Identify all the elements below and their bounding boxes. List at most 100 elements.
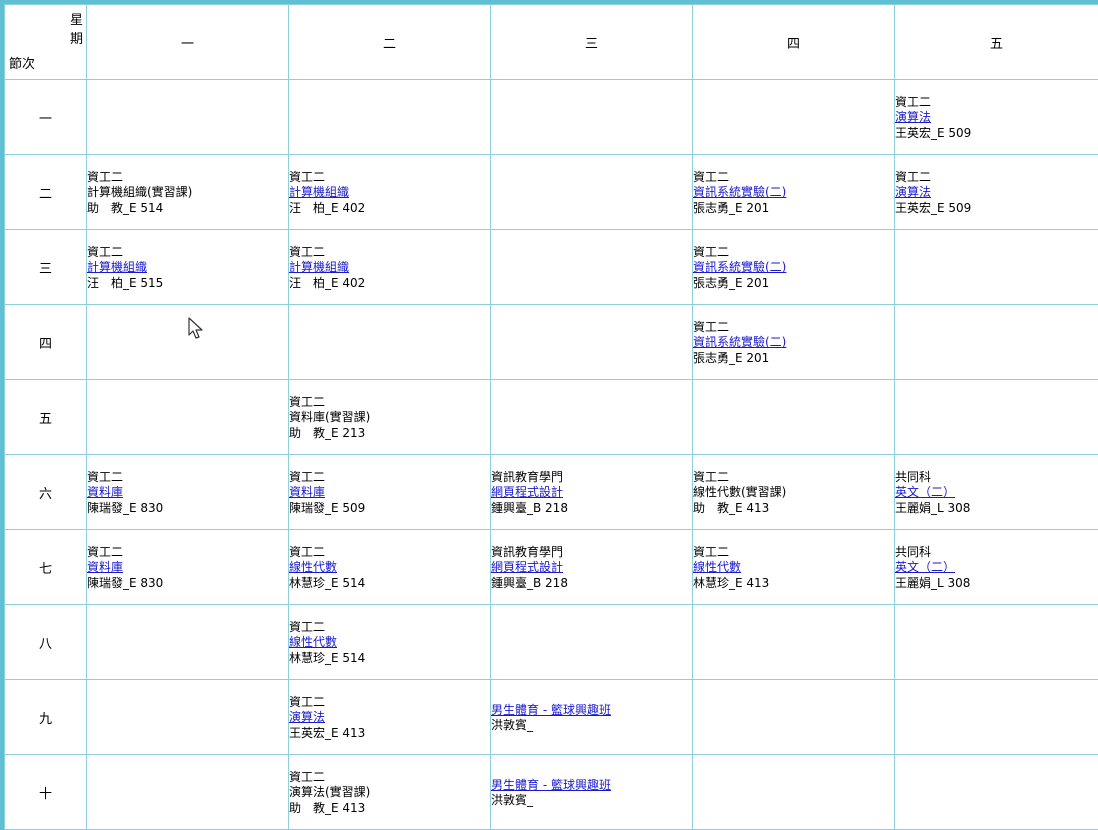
schedule-cell-thu <box>692 79 895 155</box>
course-name-link[interactable]: 計算機組織 <box>290 185 350 199</box>
course-teacher-room: 林慧珍_E 514 <box>289 575 366 590</box>
course-name-line: 資料庫 <box>88 485 288 501</box>
schedule-cell-tue: 資工二 計算機組織汪 柏_E 402 <box>288 154 491 230</box>
course-teacher-room: 王麗娟_L 308 <box>895 500 971 515</box>
course-entry: 資工二 計算機組織(實習課) 助 教_E 514 <box>87 168 288 217</box>
course-department: 資工二 <box>693 319 730 334</box>
corner-period-label: 節次 <box>9 57 36 72</box>
course-entry: 資工二 資料庫(實習課) 助 教_E 213 <box>289 393 490 442</box>
course-name-link[interactable]: 線性代數 <box>290 560 338 574</box>
course-name: 資料庫(實習課) <box>289 410 371 425</box>
course-teacher-room: 汪 柏_E 402 <box>289 275 366 290</box>
course-department: 共同科 <box>895 544 932 559</box>
header-row: 星 期 節次 一 二 三 四 五 <box>4 4 1098 80</box>
period-label: 三 <box>4 229 87 305</box>
course-teacher-room: 陳瑞發_E 830 <box>87 575 164 590</box>
schedule-cell-wed <box>490 304 693 380</box>
schedule-cell-fri: 共同科 英文（二） 王麗娟_L 308 <box>894 529 1098 605</box>
course-name-link[interactable]: 資料庫 <box>88 560 124 574</box>
schedule-cell-tue: 資工二 資料庫(實習課) 助 教_E 213 <box>288 379 491 455</box>
course-entry: 資工二 線性代數 林慧珍_E 514 <box>289 543 490 592</box>
period-row: 一 資工二 演算法 王英宏_E 509 <box>4 79 1098 155</box>
course-entry: 共同科 英文（二） 王麗娟_L 308 <box>895 543 1098 592</box>
course-name-link[interactable]: 英文（二） <box>896 485 956 499</box>
schedule-cell-tue: 資工二 資料庫 陳瑞發_E 509 <box>288 454 491 530</box>
course-teacher-room: 助 教_E 213 <box>289 425 366 440</box>
course-entry: 資工二 資訊系統實驗(二) 張志勇_E 201 <box>693 318 894 367</box>
schedule-cell-tue <box>288 304 491 380</box>
period-row: 四 資工二 資訊系統實驗(二) 張志勇_E 201 <box>4 304 1098 380</box>
schedule-cell-mon: 資工二 資料庫 陳瑞發_E 830 <box>86 529 289 605</box>
course-entry: 資工二 計算機組織汪 柏_E 515 <box>88 243 288 292</box>
course-name-link[interactable]: 線性代數 <box>694 560 742 574</box>
course-department: 資工二 <box>693 169 730 184</box>
period-row: 二資工二 計算機組織(實習課) 助 教_E 514 資工二 計算機組織汪 柏_E 402… <box>4 154 1098 230</box>
schedule-cell-thu <box>692 679 895 755</box>
schedule-cell-tue: 資工二 演算法(實習課) 助 教_E 413 <box>288 754 491 830</box>
course-name-link[interactable]: 線性代數 <box>290 635 338 649</box>
course-name-link[interactable]: 演算法 <box>896 185 932 199</box>
course-name-line: 英文（二） <box>896 560 1098 576</box>
day-header-mon: 一 <box>86 4 289 80</box>
schedule-cell-mon <box>86 304 289 380</box>
period-row: 九 資工二 演算法 王英宏_E 413 男生體育 - 籃球興趣班 洪敦賓_ <box>4 679 1098 755</box>
schedule-cell-fri <box>894 754 1098 830</box>
schedule-cell-wed: 男生體育 - 籃球興趣班 洪敦賓_ <box>490 754 693 830</box>
course-name-link[interactable]: 網頁程式設計 <box>492 485 564 499</box>
course-teacher-room: 張志勇_E 201 <box>693 350 770 365</box>
course-name-line: 男生體育 - 籃球興趣班 <box>492 778 692 794</box>
period-label: 十 <box>4 754 87 830</box>
course-entry: 資工二 資訊系統實驗(二) 張志勇_E 201 <box>693 168 894 217</box>
day-header-fri: 五 <box>894 4 1098 80</box>
course-entry: 資工二 演算法 王英宏_E 509 <box>896 93 1098 142</box>
course-name-line: 線性代數 <box>694 560 894 576</box>
course-name-link[interactable]: 資訊系統實驗(二) <box>694 260 787 274</box>
schedule-cell-thu <box>692 604 895 680</box>
schedule-cell-mon: 資工二 資料庫 陳瑞發_E 830 <box>86 454 289 530</box>
period-label: 八 <box>4 604 87 680</box>
course-name-line: 演算法 <box>896 110 1098 126</box>
course-teacher-room: 王英宏_E 413 <box>289 725 366 740</box>
course-name-link[interactable]: 資訊系統實驗(二) <box>694 185 787 199</box>
course-teacher-room: 王英宏_E 509 <box>895 200 972 215</box>
course-teacher-room: 張志勇_E 201 <box>693 200 770 215</box>
course-name-link[interactable]: 演算法 <box>290 710 326 724</box>
course-name-link[interactable]: 資訊系統實驗(二) <box>694 335 787 349</box>
course-entry: 資工二 線性代數 林慧珍_E 413 <box>694 543 894 592</box>
course-name-link[interactable]: 演算法 <box>896 110 932 124</box>
course-teacher-room: 洪敦賓_ <box>491 718 534 732</box>
course-teacher-room: 汪 柏_E 402 <box>289 200 366 215</box>
course-teacher-room: 洪敦賓_ <box>491 793 534 807</box>
schedule-cell-wed: 男生體育 - 籃球興趣班 洪敦賓_ <box>490 679 693 755</box>
corner-header: 星 期 節次 <box>4 4 87 80</box>
corner-day-label-1: 星 <box>69 13 83 28</box>
schedule-cell-fri <box>894 229 1098 305</box>
course-entry: 資工二 演算法(實習課) 助 教_E 413 <box>289 768 490 817</box>
course-department: 資工二 <box>87 469 124 484</box>
course-name-link[interactable]: 計算機組織 <box>290 260 350 274</box>
course-name-link[interactable]: 網頁程式設計 <box>492 560 564 574</box>
course-name-link[interactable]: 計算機組織 <box>88 260 148 274</box>
schedule-cell-wed <box>490 154 693 230</box>
course-name-link[interactable]: 資料庫 <box>88 485 124 499</box>
course-teacher-room: 鍾興臺_B 218 <box>491 575 568 590</box>
schedule-cell-thu: 資工二 資訊系統實驗(二) 張志勇_E 201 <box>692 154 895 230</box>
course-teacher-room: 助 教_E 413 <box>693 500 770 515</box>
course-name-link[interactable]: 男生體育 - 籃球興趣班 <box>492 703 611 717</box>
course-name-line: 英文（二） <box>896 485 1098 501</box>
day-header-thu: 四 <box>692 4 895 80</box>
course-department: 資工二 <box>87 169 124 184</box>
period-label: 四 <box>4 304 87 380</box>
course-name-line: 線性代數 <box>290 560 490 576</box>
course-department: 資工二 <box>895 169 932 184</box>
course-teacher-room: 助 教_E 413 <box>289 800 366 815</box>
schedule-cell-mon: 資工二 計算機組織汪 柏_E 515 <box>86 229 289 305</box>
course-entry: 資工二 演算法 王英宏_E 413 <box>289 693 490 742</box>
day-header-tue: 二 <box>288 4 491 80</box>
course-name-link[interactable]: 資料庫 <box>290 485 326 499</box>
course-name-link[interactable]: 英文（二） <box>896 560 956 574</box>
course-entry: 資工二 演算法 王英宏_E 509 <box>895 168 1098 217</box>
period-label: 五 <box>4 379 87 455</box>
course-name-link[interactable]: 男生體育 - 籃球興趣班 <box>492 778 611 792</box>
period-label: 九 <box>4 679 87 755</box>
